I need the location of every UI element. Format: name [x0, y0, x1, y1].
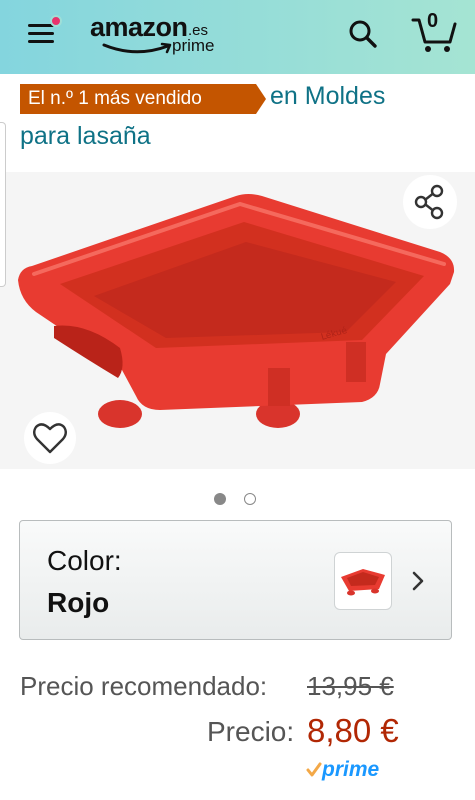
prime-label: prime — [322, 758, 380, 781]
color-swatch-thumbnail[interactable] — [334, 552, 392, 610]
bestseller-badge-tip — [256, 84, 266, 114]
share-icon — [414, 184, 444, 220]
carousel-dot-active[interactable] — [214, 493, 226, 505]
color-label: Color: — [47, 545, 122, 576]
color-value: Rojo — [47, 587, 110, 618]
wishlist-button[interactable] — [24, 412, 76, 464]
hamburger-menu-icon[interactable] — [24, 15, 62, 50]
price-label: Precio: — [207, 716, 295, 747]
amazon-logo[interactable]: amazon .es prime — [90, 12, 230, 64]
recommended-price-value: 13,95 € — [307, 671, 394, 701]
heart-icon — [33, 423, 67, 454]
share-button[interactable] — [403, 175, 457, 229]
bestseller-category-link[interactable]: en Moldes — [270, 82, 385, 111]
chevron-right-icon — [412, 571, 424, 591]
bestseller-badge[interactable]: El n.º 1 más vendido — [20, 84, 256, 114]
cart-count: 0 — [427, 10, 439, 32]
cart-button[interactable]: 0 — [410, 10, 458, 54]
prime-check-icon — [306, 762, 322, 777]
recommended-price-label: Precio recomendado: — [20, 671, 268, 701]
search-icon[interactable] — [346, 17, 380, 51]
top-nav-bar: amazon .es prime 0 — [0, 0, 475, 74]
price-value: 8,80 € — [307, 712, 399, 749]
smile-arrow-icon — [102, 42, 172, 54]
logo-prime: prime — [172, 36, 215, 55]
color-selector[interactable]: Color: Rojo — [19, 520, 452, 640]
side-panel-tab[interactable] — [0, 122, 6, 287]
carousel-dot[interactable] — [244, 493, 256, 505]
notification-dot — [50, 15, 62, 27]
bestseller-category-link-continued[interactable]: para lasaña — [20, 122, 151, 151]
